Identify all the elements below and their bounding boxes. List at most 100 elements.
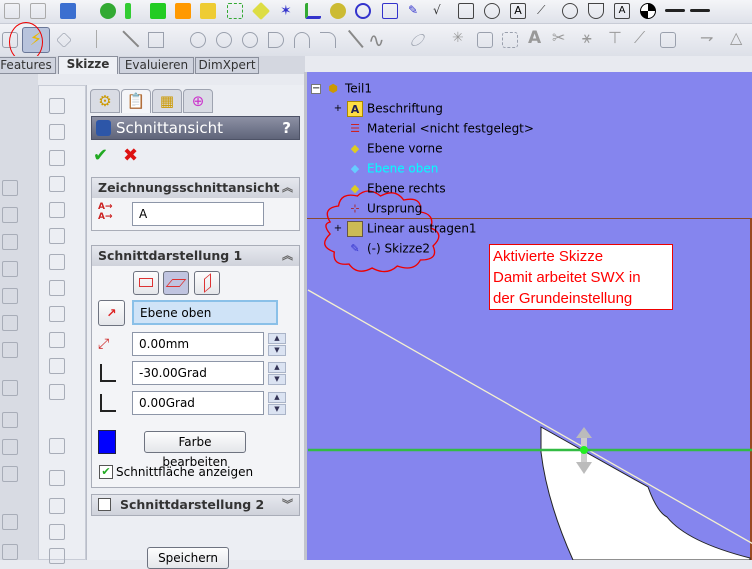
view-icon[interactable] [2, 439, 18, 455]
convert-icon[interactable]: ⚹ [582, 28, 592, 48]
origin-filter-icon[interactable]: ✶ [280, 3, 296, 19]
y-rotation-field[interactable]: 0.00Grad [132, 391, 264, 415]
view-icon[interactable] [2, 288, 18, 304]
construction-icon[interactable] [502, 32, 518, 48]
spin-up-button[interactable]: ▲ [268, 362, 286, 373]
plane-filter-icon[interactable] [251, 1, 271, 21]
trim-icon[interactable]: ✂ [552, 28, 565, 47]
tool-icon[interactable] [49, 438, 65, 454]
collapse-icon[interactable]: − [311, 84, 321, 94]
tool-icon[interactable] [49, 548, 65, 564]
rectangle-icon[interactable] [148, 32, 164, 48]
sketch-filter-icon[interactable] [330, 3, 346, 19]
save-button[interactable]: Speichern [147, 547, 229, 569]
text-icon[interactable]: A [528, 28, 541, 48]
face-filter-icon[interactable] [150, 3, 166, 19]
view-icon[interactable] [2, 234, 18, 250]
edit-filter-icon[interactable]: ✎ [408, 3, 424, 19]
perimeter-circle-icon[interactable] [242, 32, 258, 48]
cosmetic-filter-icon[interactable] [588, 3, 604, 19]
mirror-icon[interactable] [477, 32, 493, 48]
reference-plane-field[interactable]: Ebene oben [132, 300, 278, 325]
view-icon[interactable] [2, 412, 18, 428]
weld-filter-icon[interactable]: ⟋ [537, 3, 553, 19]
spin-down-button[interactable]: ▼ [268, 374, 286, 385]
section2-checkbox[interactable] [98, 498, 111, 511]
line-icon[interactable] [122, 30, 140, 48]
tree-item-ebene-rechts[interactable]: ◆ Ebene rechts [311, 181, 534, 201]
circle-icon[interactable] [216, 32, 232, 48]
tab-skizze[interactable]: Skizze [58, 56, 118, 74]
spin-down-button[interactable]: ▼ [268, 404, 286, 415]
view-icon[interactable] [2, 380, 18, 396]
expand-icon[interactable]: + [333, 221, 343, 237]
body-filter-icon[interactable] [200, 3, 216, 19]
tree-item-ursprung[interactable]: ⊹ Ursprung [311, 201, 534, 221]
graphics-area[interactable]: − ⬢ Teil1 + A Beschriftung ☰ Material <nicht … [304, 72, 752, 560]
ok-button[interactable]: ✔ [93, 145, 108, 166]
help-button[interactable]: ? [282, 117, 291, 140]
pattern-icon[interactable] [660, 32, 676, 48]
relations-icon[interactable]: △ [730, 28, 742, 47]
connection-filter-icon[interactable] [690, 9, 710, 12]
edge-filter-icon[interactable] [175, 3, 191, 19]
top-plane-button[interactable] [163, 271, 189, 295]
ellipse-icon[interactable] [409, 31, 427, 49]
tool-icon[interactable] [49, 306, 65, 322]
drag-point[interactable] [580, 446, 588, 454]
tree-root[interactable]: − ⬢ Teil1 [311, 81, 534, 101]
front-plane-button[interactable] [133, 271, 159, 295]
x-rotation-field[interactable]: -30.00Grad [132, 361, 264, 385]
tool-icon[interactable] [49, 254, 65, 270]
view-icon[interactable] [2, 207, 18, 223]
tree-item-beschriftung[interactable]: + A Beschriftung [311, 101, 534, 121]
fillet-icon[interactable] [348, 29, 364, 48]
tab-dimxpert[interactable]: DimXpert [195, 57, 259, 74]
expand-icon[interactable]: ︾ [282, 495, 293, 514]
configuration-manager-tab-icon[interactable]: ▦ [152, 89, 182, 113]
surface-finish-filter-icon[interactable]: √ [433, 3, 449, 19]
section-header[interactable]: Schnittdarstellung 2 ︾ [92, 495, 299, 515]
section-header[interactable]: Zeichnungsschnittansicht ︽ [92, 178, 299, 198]
view-icon[interactable] [2, 544, 18, 560]
view-icon[interactable] [2, 180, 18, 196]
edit-color-button[interactable]: Farbe bearbeiten [144, 431, 246, 469]
tree-item-linear-austragen1[interactable]: + Linear austragen1 [311, 221, 534, 241]
note-filter-icon[interactable] [484, 3, 500, 19]
connection-filter-icon[interactable] [665, 9, 685, 12]
tool-icon[interactable] [49, 150, 65, 166]
filter-icon[interactable] [30, 3, 46, 19]
tree-item-ebene-oben[interactable]: ◆ Ebene oben [311, 161, 534, 181]
collapse-icon[interactable]: ︽ [282, 178, 293, 197]
plane-filter-icon[interactable] [227, 3, 243, 19]
reverse-direction-button[interactable]: ↗ [98, 300, 125, 326]
axis-filter-icon[interactable] [125, 3, 131, 19]
datum-filter-icon[interactable] [458, 3, 474, 19]
centerpoint-arc-icon[interactable] [268, 32, 284, 48]
property-manager-tab-icon[interactable]: 📋 [121, 89, 151, 113]
tree-item-ebene-vorne[interactable]: ◆ Ebene vorne [311, 141, 534, 161]
extend-icon[interactable]: ⟋ [634, 28, 645, 48]
point-filter-icon[interactable] [100, 3, 116, 19]
spin-up-button[interactable]: ▲ [268, 333, 286, 344]
tool-icon[interactable] [49, 358, 65, 374]
section-header[interactable]: Schnittdarstellung 1 ︽ [92, 246, 299, 266]
coord-filter-icon[interactable] [305, 3, 321, 19]
expand-icon[interactable]: + [333, 101, 343, 117]
dimension-filter-icon[interactable] [382, 3, 398, 19]
cancel-button[interactable]: ✖ [123, 145, 138, 166]
polygon-icon[interactable] [190, 32, 206, 48]
tab-features[interactable]: Features [0, 57, 56, 74]
view-icon[interactable] [2, 466, 18, 482]
dimxpert-manager-tab-icon[interactable]: ⊕ [183, 89, 213, 113]
tool-icon[interactable] [49, 228, 65, 244]
annotation-filter-icon[interactable]: A [510, 3, 526, 19]
feature-manager-tab-icon[interactable]: ⚙ [90, 89, 120, 113]
tool-icon[interactable] [49, 176, 65, 192]
block-filter-icon[interactable]: A [614, 3, 630, 19]
balloon-filter-icon[interactable] [562, 3, 578, 19]
center-mass-filter-icon[interactable] [640, 3, 656, 19]
tool-icon[interactable] [49, 498, 65, 514]
view-icon[interactable] [2, 342, 18, 358]
filter-icon[interactable] [60, 3, 76, 19]
